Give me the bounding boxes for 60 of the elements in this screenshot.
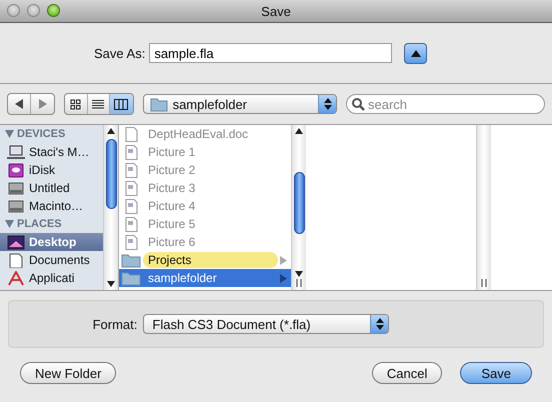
location-dropdown[interactable]: samplefolder: [142, 94, 337, 114]
file-row[interactable]: Picture 2: [119, 161, 291, 179]
format-label: Format:: [92, 316, 138, 332]
search-field[interactable]: search: [346, 94, 545, 114]
sidebar-item[interactable]: Macinto…: [0, 197, 103, 215]
save-as-label: Save As:: [94, 46, 146, 60]
view-button[interactable]: [110, 94, 133, 114]
folder-icon: [121, 270, 141, 286]
list-icon: [92, 98, 104, 110]
sidebar-item[interactable]: Applicati: [0, 269, 103, 287]
dialog-button[interactable]: New Folder: [20, 362, 116, 384]
grid-icon: [70, 98, 82, 110]
format-dropdown[interactable]: Flash CS3 Document (*.fla): [143, 314, 390, 334]
sidebar-item[interactable]: Documents: [0, 251, 103, 269]
desktop-icon: [7, 234, 25, 250]
scroll-up-icon: [107, 128, 115, 134]
scrollbar[interactable]: [291, 125, 306, 290]
scrollbar[interactable]: [103, 125, 118, 290]
scroll-up-icon: [295, 128, 303, 134]
scroll-down-icon: [295, 271, 303, 277]
caret-icon: [410, 50, 421, 56]
file-row[interactable]: Picture 1: [119, 143, 291, 161]
filename-field[interactable]: sample.fla: [149, 43, 392, 63]
file-row[interactable]: Picture 3: [119, 179, 291, 197]
hard-drive-icon: [7, 180, 25, 196]
view-mode-control[interactable]: [64, 93, 134, 115]
dialog-button[interactable]: Cancel: [372, 362, 442, 384]
resize-handle-icon[interactable]: [481, 279, 487, 287]
hard-drive-icon: [7, 198, 25, 214]
search-icon: [352, 98, 365, 111]
scroll-down-icon: [107, 281, 115, 287]
minimize-button[interactable]: [27, 4, 40, 17]
file-row[interactable]: Picture 5: [119, 215, 291, 233]
forward-icon: [38, 99, 48, 109]
file-row[interactable]: Picture 6: [119, 233, 291, 251]
disclosure-icon[interactable]: [5, 130, 14, 138]
back-icon: [14, 99, 24, 109]
window-title: Save: [261, 4, 291, 18]
sidebar-item[interactable]: Desktop: [0, 233, 103, 251]
stepper-icon: [376, 318, 384, 330]
sidebar-item[interactable]: Staci's M…: [0, 143, 103, 161]
disclosure-icon[interactable]: [5, 220, 14, 228]
expand-button[interactable]: [404, 42, 428, 64]
stepper-icon: [324, 98, 332, 110]
section-heading: DEVICES: [17, 128, 66, 140]
zoom-button[interactable]: [47, 4, 60, 17]
columns-icon: [114, 98, 128, 110]
close-button[interactable]: [7, 4, 20, 17]
sidebar-item[interactable]: iDisk: [0, 161, 103, 179]
applications-icon: [7, 270, 25, 286]
back-forward-control[interactable]: [7, 93, 55, 115]
folder-icon: [150, 96, 168, 112]
section-heading: PLACES: [17, 218, 62, 230]
file-row[interactable]: DeptHeadEval.doc: [119, 125, 291, 143]
sidebar-item[interactable]: Untitled: [0, 179, 103, 197]
resize-handle-icon[interactable]: [296, 279, 302, 287]
file-row[interactable]: samplefolder: [119, 269, 291, 287]
file-row[interactable]: Picture 4: [119, 197, 291, 215]
dialog-button[interactable]: Save: [460, 362, 532, 384]
laptop-icon: [7, 144, 25, 160]
